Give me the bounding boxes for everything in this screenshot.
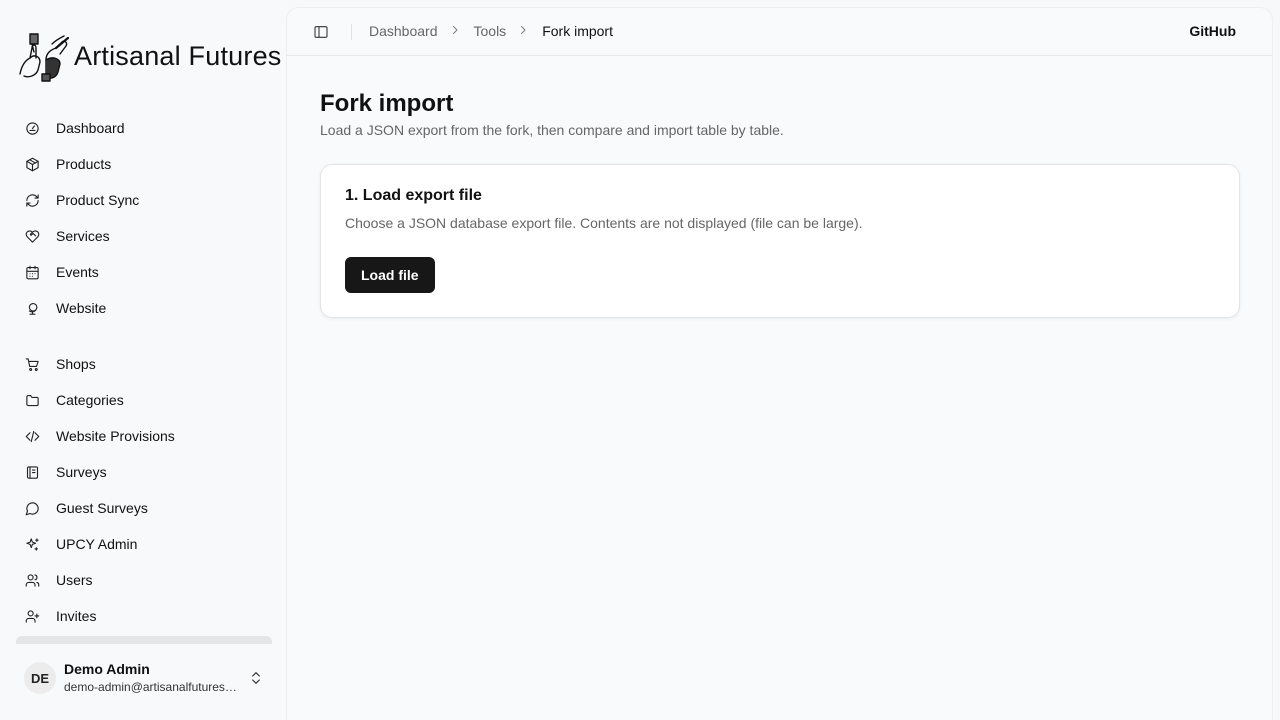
sidebar-item-label: Products: [56, 156, 112, 172]
sidebar-nav: Dashboard Products Product Sync Services: [16, 110, 272, 634]
gauge-icon: [24, 120, 40, 136]
nav-group-primary: Dashboard Products Product Sync Services: [16, 110, 272, 326]
brand-name: Artisanal Futures: [74, 40, 282, 71]
sidebar-item-label: Surveys: [56, 464, 107, 480]
sidebar-item-label: Product Sync: [56, 192, 140, 208]
sparkles-icon: [24, 536, 40, 552]
page-title: Fork import: [320, 90, 454, 117]
user-name: Demo Admin: [64, 661, 150, 677]
avatar: DE: [24, 662, 56, 694]
sidebar-item-label: Guest Surveys: [56, 500, 148, 516]
message-circle-icon: [24, 500, 40, 516]
sidebar-item-label: Services: [56, 228, 110, 244]
load-export-card: 1. Load export file Choose a JSON databa…: [320, 164, 1240, 318]
refresh-icon: [24, 192, 40, 208]
sidebar-item-label: Categories: [56, 392, 124, 408]
calendar-icon: [24, 264, 40, 280]
users-icon: [24, 572, 40, 588]
sidebar-item-label: Shops: [56, 356, 96, 372]
notebook-icon: [24, 464, 40, 480]
sidebar-item-guest-surveys[interactable]: Guest Surveys: [16, 490, 272, 526]
sidebar-item-upcy-admin[interactable]: UPCY Admin: [16, 526, 272, 562]
sidebar-item-users[interactable]: Users: [16, 562, 272, 598]
chevron-right-icon: [449, 24, 463, 38]
sidebar-item-shops[interactable]: Shops: [16, 346, 272, 382]
sidebar: Artisanal Futures Dashboard Products Pro…: [0, 0, 287, 720]
sidebar-item-label: Users: [56, 572, 93, 588]
top-bar: Dashboard Tools Fork import GitHub: [287, 8, 1272, 56]
card-description: Choose a JSON database export file. Cont…: [345, 215, 863, 231]
sidebar-item-categories[interactable]: Categories: [16, 382, 272, 418]
load-file-button[interactable]: Load file: [345, 257, 435, 293]
sidebar-item-website-provisions[interactable]: Website Provisions: [16, 418, 272, 454]
user-menu-button[interactable]: DE Demo Admin demo-admin@artisanalfuture…: [16, 652, 272, 704]
user-plus-icon: [24, 608, 40, 624]
sidebar-item-label: Invites: [56, 608, 97, 624]
brand-logo[interactable]: Artisanal Futures: [16, 30, 281, 82]
nav-group-secondary: Shops Categories Website Provisions Surv…: [16, 346, 272, 634]
divider: [351, 24, 352, 40]
chevrons-up-down-icon: [248, 670, 264, 686]
sidebar-item-label: Dashboard: [56, 120, 125, 136]
hands-with-tools-logo-icon: [19, 33, 70, 82]
breadcrumb: Dashboard Tools Fork import: [369, 23, 613, 39]
folder-icon: [24, 392, 40, 408]
page-subtitle: Load a JSON export from the fork, then c…: [320, 122, 784, 138]
sidebar-item-products[interactable]: Products: [16, 146, 272, 182]
sidebar-item-surveys[interactable]: Surveys: [16, 454, 272, 490]
sidebar-item-events[interactable]: Events: [16, 254, 272, 290]
shopping-cart-icon: [24, 356, 40, 372]
package-icon: [24, 156, 40, 172]
sidebar-item-product-sync[interactable]: Product Sync: [16, 182, 272, 218]
sidebar-item-services[interactable]: Services: [16, 218, 272, 254]
heart-handshake-icon: [24, 228, 40, 244]
sidebar-item-dashboard[interactable]: Dashboard: [16, 110, 272, 146]
sidebar-item-label: Website Provisions: [56, 428, 175, 444]
card-title: 1. Load export file: [345, 187, 482, 204]
github-link[interactable]: GitHub: [1189, 23, 1236, 39]
chevron-right-icon: [517, 24, 531, 38]
user-email: demo-admin@artisanalfutures.org: [64, 680, 240, 694]
sidebar-item-label: UPCY Admin: [56, 536, 138, 552]
sidebar-item-website[interactable]: Website: [16, 290, 272, 326]
breadcrumb-dashboard[interactable]: Dashboard: [369, 23, 438, 39]
breadcrumb-tools[interactable]: Tools: [474, 23, 507, 39]
sidebar-scroll-fade: [16, 636, 272, 644]
code-icon: [24, 428, 40, 444]
main-content: Dashboard Tools Fork import GitHub Fork …: [287, 8, 1272, 720]
sidebar-item-invites[interactable]: Invites: [16, 598, 272, 634]
user-info: Demo Admin demo-admin@artisanalfutures.o…: [64, 660, 240, 696]
sidebar-item-label: Events: [56, 264, 99, 280]
sidebar-panel-icon[interactable]: [313, 24, 329, 40]
globe-stand-icon: [24, 300, 40, 316]
breadcrumb-current: Fork import: [542, 23, 613, 39]
sidebar-item-label: Website: [56, 300, 107, 316]
